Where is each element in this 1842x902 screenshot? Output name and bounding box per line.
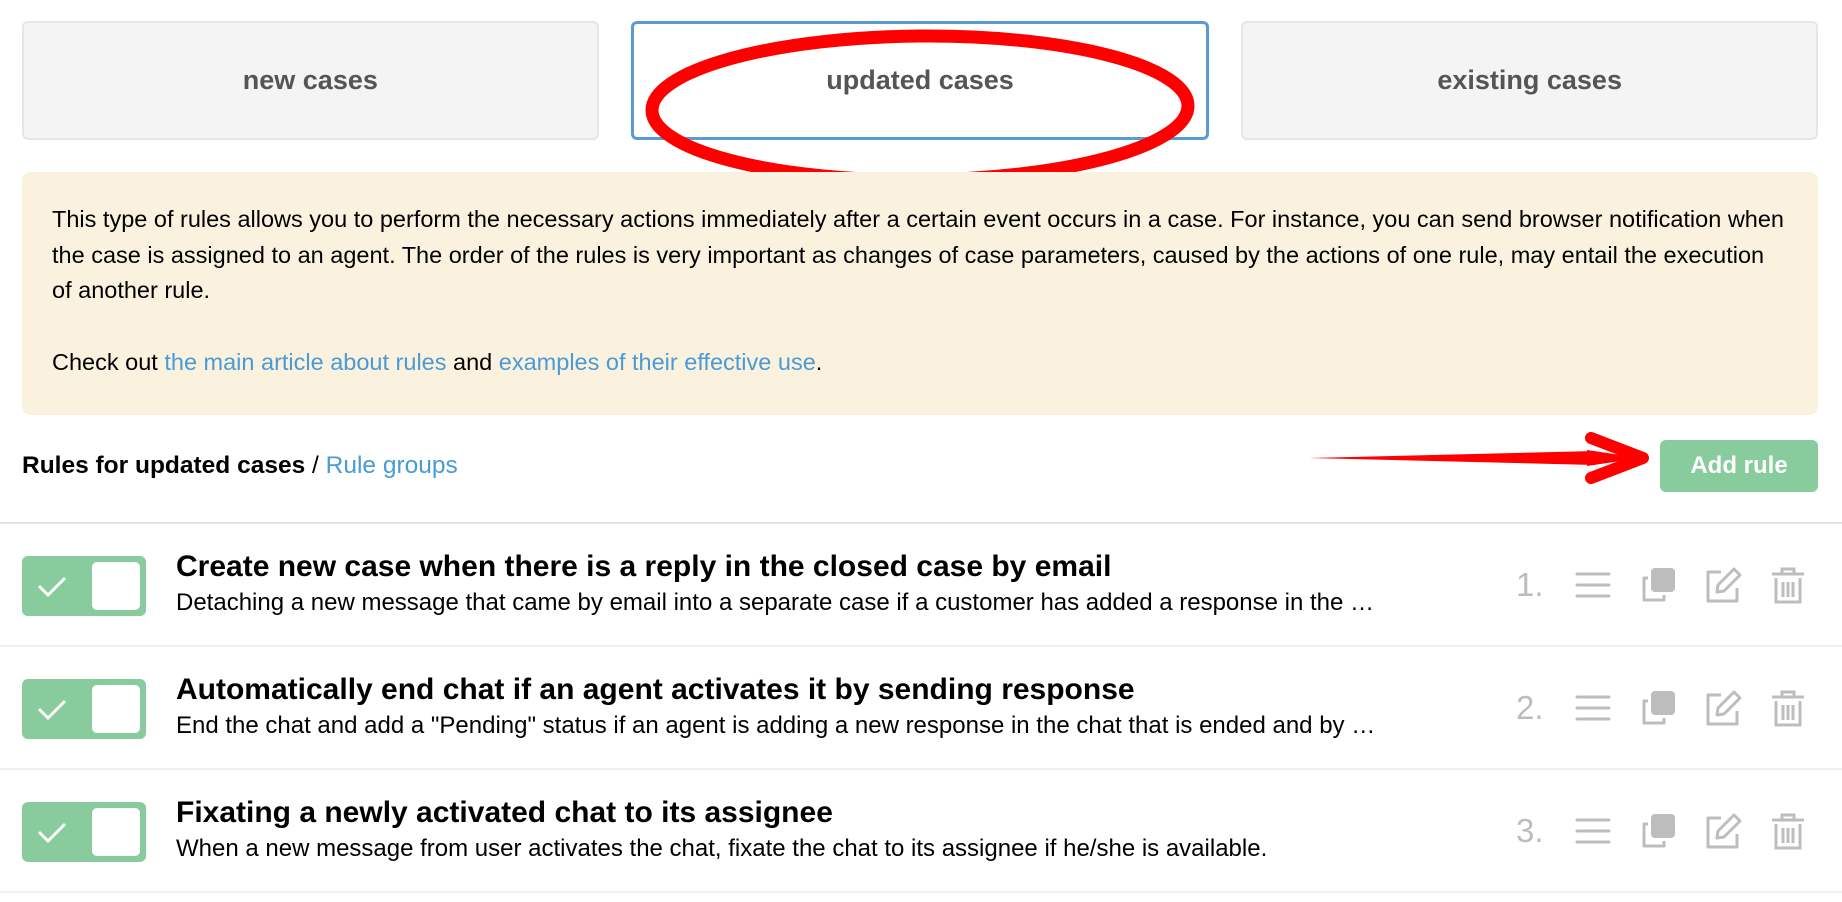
tab-label: new cases xyxy=(242,65,378,95)
rule-title[interactable]: Create new case when there is a reply in… xyxy=(176,548,1466,586)
check-icon xyxy=(37,576,67,598)
info-box: This type of rules allows you to perform… xyxy=(22,172,1818,415)
examples-link[interactable]: examples of their effective use xyxy=(499,349,816,375)
rule-enabled-toggle[interactable] xyxy=(22,556,146,616)
main-article-link[interactable]: the main article about rules xyxy=(164,349,446,375)
info-links-line: Check out the main article about rules a… xyxy=(52,345,1788,381)
breadcrumb-separator: / xyxy=(305,452,326,479)
trash-icon[interactable] xyxy=(1755,562,1820,608)
rule-description: When a new message from user activates t… xyxy=(176,835,1268,862)
rule-enabled-toggle[interactable] xyxy=(22,802,146,862)
toggle-knob xyxy=(92,562,140,610)
rule-text: Automatically end chat if an agent activ… xyxy=(176,671,1466,743)
tab-new-cases[interactable]: new cases xyxy=(22,21,599,140)
trash-icon[interactable] xyxy=(1755,685,1820,731)
breadcrumb: Rules for updated cases / Rule groups xyxy=(22,452,458,480)
rule-row: Fixating a newly activated chat to its a… xyxy=(0,770,1842,893)
check-icon xyxy=(37,822,67,844)
edit-icon[interactable] xyxy=(1690,562,1755,608)
rule-description: Detaching a new message that came by ema… xyxy=(176,589,1375,616)
rule-text: Create new case when there is a reply in… xyxy=(176,548,1466,620)
rule-actions: 2. xyxy=(1516,685,1820,731)
info-paragraph: This type of rules allows you to perform… xyxy=(52,206,1785,303)
copy-icon[interactable] xyxy=(1625,808,1690,854)
tab-updated-cases[interactable]: updated cases xyxy=(630,21,1210,140)
rule-title[interactable]: Automatically end chat if an agent activ… xyxy=(176,671,1466,709)
rule-actions: 3. xyxy=(1516,808,1820,854)
rule-description: End the chat and add a "Pending" status … xyxy=(176,712,1376,739)
rule-actions: 1. xyxy=(1516,562,1820,608)
rule-text: Fixating a newly activated chat to its a… xyxy=(176,794,1466,866)
edit-icon[interactable] xyxy=(1690,808,1755,854)
drag-handle-icon[interactable] xyxy=(1560,685,1625,731)
tab-label: existing cases xyxy=(1437,65,1622,95)
rule-enabled-toggle[interactable] xyxy=(22,679,146,739)
list-title: Rules for updated cases xyxy=(22,452,306,479)
check-icon xyxy=(37,699,67,721)
toggle-knob xyxy=(92,808,140,856)
rule-groups-link[interactable]: Rule groups xyxy=(326,452,458,479)
edit-icon[interactable] xyxy=(1690,685,1755,731)
drag-handle-icon[interactable] xyxy=(1560,562,1625,608)
trash-icon[interactable] xyxy=(1755,808,1820,854)
drag-handle-icon[interactable] xyxy=(1560,808,1625,854)
info-text: Check out xyxy=(52,348,165,375)
info-text: . xyxy=(815,348,823,375)
case-type-tabs: new cases updated cases existing cases xyxy=(22,21,1819,140)
rule-row: Create new case when there is a reply in… xyxy=(0,524,1842,647)
rule-number: 1. xyxy=(1516,566,1544,603)
list-header: Rules for updated cases / Rule groups Ad… xyxy=(22,440,1818,492)
tab-existing-cases[interactable]: existing cases xyxy=(1241,21,1819,140)
info-text: and xyxy=(446,348,499,375)
copy-icon[interactable] xyxy=(1625,685,1690,731)
copy-icon[interactable] xyxy=(1625,562,1690,608)
rule-number: 2. xyxy=(1516,689,1544,726)
rule-title[interactable]: Fixating a newly activated chat to its a… xyxy=(176,794,1466,832)
add-rule-button[interactable]: Add rule xyxy=(1660,440,1818,492)
toggle-knob xyxy=(92,685,140,733)
rule-row: Automatically end chat if an agent activ… xyxy=(0,647,1842,770)
rule-number: 3. xyxy=(1516,812,1544,849)
rules-list: Create new case when there is a reply in… xyxy=(0,522,1842,893)
tab-label: updated cases xyxy=(826,65,1014,95)
